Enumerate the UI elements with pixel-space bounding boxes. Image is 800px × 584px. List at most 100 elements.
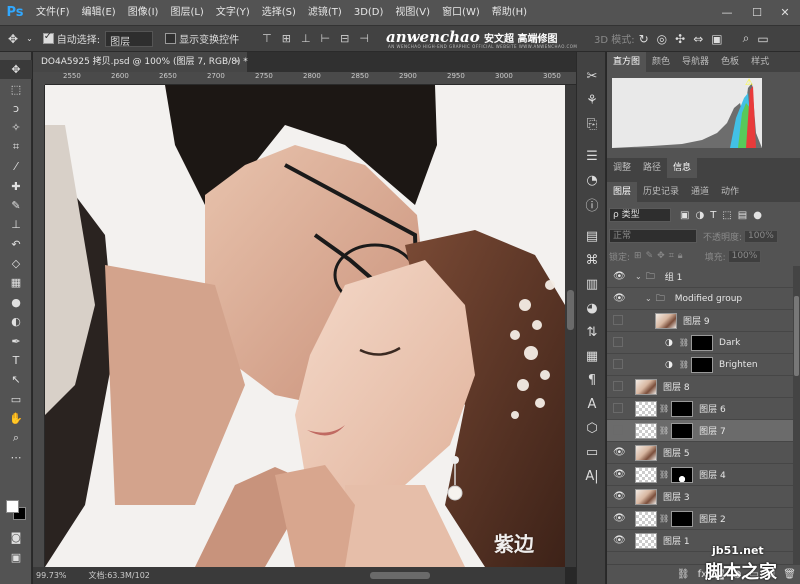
menu-item-8[interactable]: 视图(V) <box>389 0 436 25</box>
layer-row[interactable]: 图层 9 <box>607 310 793 332</box>
3d-icon[interactable]: ⬡ <box>577 416 607 440</box>
visibility-eye-icon[interactable]: 👁︎ <box>613 271 626 283</box>
layer-row[interactable]: 图层 8 <box>607 376 793 398</box>
zoom-tool-icon[interactable]: ⌕ <box>0 428 32 447</box>
layer-row[interactable]: 👁︎ 图层 3 <box>607 486 793 508</box>
paragraph-icon[interactable]: ¶ <box>577 368 607 392</box>
quick-mask-icon[interactable]: ◙ <box>0 528 32 547</box>
link-icon[interactable]: ⛓ <box>659 404 669 413</box>
filter-adjust-icon[interactable]: ◑ <box>695 210 704 221</box>
visibility-eye-icon[interactable] <box>613 403 623 413</box>
layer-row[interactable]: ⛓ 图层 7 <box>607 420 793 442</box>
layer-thumbnail[interactable] <box>635 378 657 395</box>
layer-filter-type[interactable]: ρ 类型 <box>609 208 671 222</box>
menu-item-2[interactable]: 图像(I) <box>122 0 165 25</box>
3d-camera-icon[interactable]: ▣ <box>707 32 726 46</box>
panel-tab[interactable]: 通道 <box>685 182 715 202</box>
layer-thumbnail[interactable] <box>635 532 657 549</box>
panel-tab[interactable]: 导航器 <box>676 52 715 72</box>
align-top-icon[interactable]: ⊤ <box>257 32 277 45</box>
info-icon[interactable]: ⓘ <box>577 192 607 216</box>
styles-icon[interactable]: ◕ <box>577 296 607 320</box>
foreground-color-swatch[interactable] <box>6 500 19 513</box>
vertical-scrollbar[interactable] <box>565 85 576 567</box>
screen-mode-icon[interactable]: ▣ <box>0 548 32 567</box>
move-tool-icon[interactable]: ✥ <box>4 32 22 46</box>
eyedropper-icon[interactable]: ⁄ <box>0 157 32 176</box>
close-button[interactable]: ✕ <box>770 0 800 25</box>
layer-thumbnail[interactable] <box>655 312 677 329</box>
layer-row[interactable]: ⛓ 图层 6 <box>607 398 793 420</box>
menu-item-7[interactable]: 3D(D) <box>348 0 390 25</box>
layer-thumbnail[interactable] <box>635 466 657 483</box>
layer-thumbnail[interactable] <box>635 444 657 461</box>
layer-row[interactable]: 👁︎ ⛓ 图层 2 <box>607 508 793 530</box>
layer-row[interactable]: 👁︎ 图层 1 <box>607 530 793 552</box>
history-brush-icon[interactable]: ↶ <box>0 235 32 254</box>
visibility-eye-icon[interactable] <box>613 315 623 325</box>
group-expand-icon[interactable]: ⌄ <box>635 272 642 281</box>
histogram-warning-icon[interactable]: ⚠ <box>745 78 753 88</box>
3d-slide-icon[interactable]: ⇔ <box>689 32 707 46</box>
visibility-eye-icon[interactable]: 👁︎ <box>613 535 626 547</box>
minimize-button[interactable]: — <box>712 0 742 25</box>
layer-thumbnail[interactable] <box>635 488 657 505</box>
layer-row[interactable]: 👁︎ ⛓ 图层 4 <box>607 464 793 486</box>
layer-comps-icon[interactable]: ▤ <box>577 224 607 248</box>
layer-mask-thumbnail[interactable] <box>671 400 694 417</box>
visibility-eye-icon[interactable]: 👁︎ <box>613 491 626 503</box>
link-icon[interactable]: ⛓ <box>659 470 669 479</box>
delete-layer-icon[interactable]: 🗑︎ <box>783 569 796 580</box>
layer-row[interactable]: 👁︎ 图层 5 <box>607 442 793 464</box>
3d-roll-icon[interactable]: ◎ <box>653 32 671 46</box>
healing-brush-icon[interactable]: ✚ <box>0 176 32 195</box>
measurement-icon[interactable]: ▭ <box>577 440 607 464</box>
auto-select-dropdown[interactable]: 图层 <box>105 30 154 48</box>
panel-tab[interactable]: 直方图 <box>607 52 647 72</box>
type-tool-icon[interactable]: T <box>0 351 32 370</box>
close-tab-icon[interactable]: × <box>233 52 241 72</box>
panel-tab[interactable]: 图层 <box>607 182 638 202</box>
visibility-eye-icon[interactable] <box>613 337 623 347</box>
lock-artboard-icon[interactable]: ⌗ <box>669 251 674 261</box>
panel-tab[interactable]: 调整 <box>607 158 637 178</box>
panel-tab[interactable]: 历史记录 <box>637 182 685 202</box>
layer-mask-thumbnail[interactable] <box>691 356 714 373</box>
eraser-tool-icon[interactable]: ◇ <box>0 254 32 273</box>
menu-item-5[interactable]: 选择(S) <box>256 0 302 25</box>
group-expand-icon[interactable]: ⌄ <box>645 294 652 303</box>
maximize-button[interactable]: ☐ <box>742 0 772 25</box>
workspace-icon[interactable]: ▭ <box>753 32 772 46</box>
3d-pan-icon[interactable]: ✣ <box>671 32 689 46</box>
visibility-eye-icon[interactable] <box>613 425 623 435</box>
character-icon[interactable]: A <box>577 392 607 416</box>
opacity-field[interactable]: 100% <box>744 229 778 243</box>
shape-tool-icon[interactable]: ▭ <box>0 390 32 409</box>
pen-tool-icon[interactable]: ✒ <box>0 331 32 350</box>
marquee-tool-icon[interactable]: ⬚ <box>0 79 32 98</box>
3d-rotate-icon[interactable]: ↻ <box>635 32 653 46</box>
swatches-icon[interactable]: ▥ <box>577 272 607 296</box>
magic-wand-icon[interactable]: ✧ <box>0 118 32 137</box>
filter-toggle-icon[interactable]: ● <box>753 210 762 221</box>
filter-type-icon[interactable]: T <box>710 210 716 221</box>
panel-tab[interactable]: 路径 <box>637 158 667 178</box>
visibility-eye-icon[interactable]: 👁︎ <box>613 469 626 481</box>
menu-item-0[interactable]: 文件(F) <box>30 0 76 25</box>
lock-transparent-icon[interactable]: ⊞ <box>634 251 642 261</box>
align-right-icon[interactable]: ⊣ <box>354 32 374 45</box>
search-icon[interactable]: ⌕ <box>739 31 754 46</box>
horizontal-scrollbar[interactable] <box>150 567 565 584</box>
layer-thumbnail[interactable] <box>635 422 657 439</box>
link-icon[interactable]: ⛓ <box>679 338 689 347</box>
notes-icon[interactable]: ▦ <box>577 344 607 368</box>
layer-row[interactable]: ◑ ⛓ Brighten <box>607 354 793 376</box>
chevron-down-icon[interactable]: ⌄ <box>22 34 37 43</box>
blend-mode-dropdown[interactable]: 正常 <box>609 229 697 243</box>
align-left-icon[interactable]: ⊢ <box>316 32 336 45</box>
layer-thumbnail[interactable] <box>635 510 657 527</box>
visibility-eye-icon[interactable]: 👁︎ <box>613 513 626 525</box>
crop-tool-icon[interactable]: ⌗ <box>0 138 32 157</box>
timeline-icon[interactable]: ⇅ <box>577 320 607 344</box>
brush-tool-icon[interactable]: ✎ <box>0 196 32 215</box>
